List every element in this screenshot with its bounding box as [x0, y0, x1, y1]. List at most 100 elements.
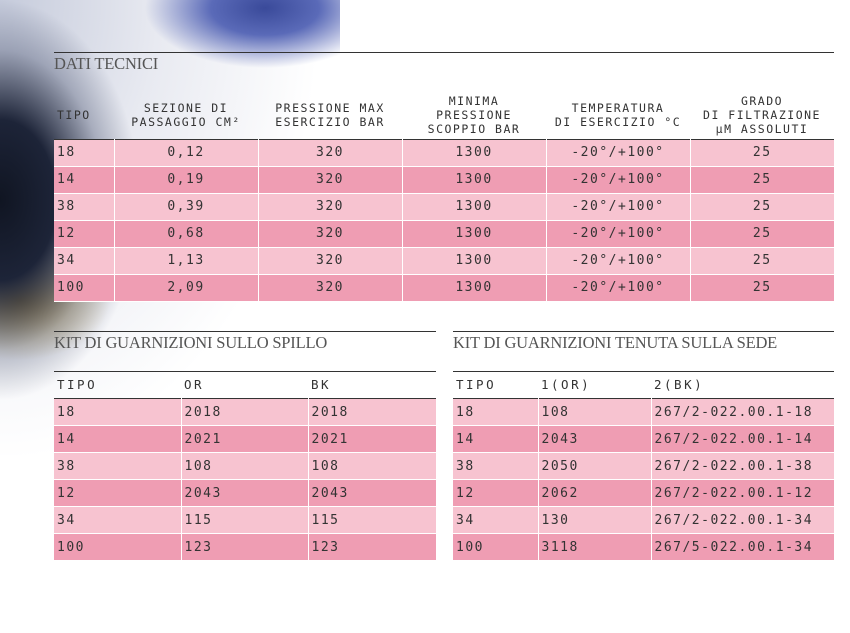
cell-tipo: 38: [54, 193, 115, 221]
cell-pressione: 320: [258, 247, 403, 275]
cell-scoppio: 1300: [402, 274, 547, 302]
cell-tipo: 12: [54, 220, 115, 248]
cell-tipo: 34: [54, 247, 115, 275]
kit-sede-title: KIT DI GUARNIZIONI TENUTA SULLA SEDE: [453, 331, 834, 352]
cell-sezione: 0,19: [114, 166, 259, 194]
header-minima-pressione: MINIMA PRESSIONE SCOPPIO BAR: [427, 93, 521, 136]
dati-header-row: TIPO SEZIONE DI PASSAGGIO CM² PRESSIONE M…: [54, 91, 834, 139]
table-row: 100 3118 267/5-022.00.1-34: [453, 533, 834, 561]
cell-tipo: 38: [453, 452, 539, 480]
cell-tipo: 38: [54, 452, 182, 480]
dati-tecnici-title: DATI TECNICI: [54, 52, 834, 73]
cell-bk: 267/5-022.00.1-34: [651, 533, 834, 561]
cell-bk: 2018: [308, 398, 436, 426]
table-row: 12 2043 2043: [54, 479, 436, 507]
header-or: OR: [184, 377, 205, 392]
table-row: 100 123 123: [54, 533, 436, 561]
header-tipo: TIPO: [456, 377, 497, 392]
cell-or: 2043: [181, 479, 309, 507]
cell-bk: 115: [308, 506, 436, 534]
kit-spillo-title: KIT DI GUARNIZIONI SULLO SPILLO: [54, 331, 436, 352]
cell-temperatura: -20°/+100°: [546, 220, 691, 248]
table-row: 14 2021 2021: [54, 425, 436, 453]
cell-bk: 2021: [308, 425, 436, 453]
dati-tecnici-section: DATI TECNICI TIPO SEZIONE DI PASSAGGIO CM…: [54, 52, 834, 302]
cell-filtrazione: 25: [690, 193, 834, 221]
cell-pressione: 320: [258, 139, 403, 167]
cell-scoppio: 1300: [402, 166, 547, 194]
cell-bk: 108: [308, 452, 436, 480]
table-row: 38 0,39 320 1300 -20°/+100° 25: [54, 193, 834, 221]
cell-tipo: 18: [54, 139, 115, 167]
kit-sede-header-row: TIPO 1(OR) 2(BK): [453, 371, 834, 399]
cell-pressione: 320: [258, 220, 403, 248]
cell-filtrazione: 25: [690, 139, 834, 167]
table-row: 12 2062 267/2-022.00.1-12: [453, 479, 834, 507]
cell-tipo: 12: [453, 479, 539, 507]
dati-tecnici-table: TIPO SEZIONE DI PASSAGGIO CM² PRESSIONE M…: [54, 91, 834, 302]
cell-temperatura: -20°/+100°: [546, 166, 691, 194]
header-temperatura: TEMPERATURA DI ESERCIZIO °C: [554, 100, 682, 129]
table-row: 34 130 267/2-022.00.1-34: [453, 506, 834, 534]
table-row: 18 0,12 320 1300 -20°/+100° 25: [54, 139, 834, 167]
table-row: 34 115 115: [54, 506, 436, 534]
cell-temperatura: -20°/+100°: [546, 274, 691, 302]
cell-scoppio: 1300: [402, 247, 547, 275]
cell-sezione: 1,13: [114, 247, 259, 275]
kit-sede-section: KIT DI GUARNIZIONI TENUTA SULLA SEDE TIP…: [453, 331, 834, 561]
cell-tipo: 14: [54, 425, 182, 453]
header-pressione-max: PRESSIONE MAX ESERCIZIO BAR: [275, 100, 385, 129]
cell-sezione: 0,68: [114, 220, 259, 248]
cell-tipo: 14: [54, 166, 115, 194]
cell-temperatura: -20°/+100°: [546, 139, 691, 167]
header-tipo: TIPO: [57, 377, 98, 392]
table-row: 100 2,09 320 1300 -20°/+100° 25: [54, 274, 834, 302]
cell-scoppio: 1300: [402, 220, 547, 248]
kit-spillo-section: KIT DI GUARNIZIONI SULLO SPILLO TIPO OR …: [54, 331, 436, 561]
header-sezione: SEZIONE DI PASSAGGIO CM²: [131, 100, 241, 129]
cell-pressione: 320: [258, 193, 403, 221]
cell-bk: 267/2-022.00.1-14: [651, 425, 834, 453]
cell-or: 115: [181, 506, 309, 534]
cell-or: 108: [181, 452, 309, 480]
cell-or: 2021: [181, 425, 309, 453]
header-bk: BK: [311, 377, 332, 392]
cell-filtrazione: 25: [690, 274, 834, 302]
table-row: 14 2043 267/2-022.00.1-14: [453, 425, 834, 453]
cell-scoppio: 1300: [402, 193, 547, 221]
cell-sezione: 0,12: [114, 139, 259, 167]
cell-or: 108: [538, 398, 652, 426]
cell-or: 3118: [538, 533, 652, 561]
cell-tipo: 34: [54, 506, 182, 534]
cell-pressione: 320: [258, 166, 403, 194]
table-row: 38 108 108: [54, 452, 436, 480]
cell-or: 2018: [181, 398, 309, 426]
table-row: 18 108 267/2-022.00.1-18: [453, 398, 834, 426]
cell-bk: 267/2-022.00.1-34: [651, 506, 834, 534]
cell-tipo: 100: [54, 533, 182, 561]
kit-sede-table: TIPO 1(OR) 2(BK) 18 108 267/2-022.00.1-18 …: [453, 371, 834, 561]
cell-tipo: 18: [54, 398, 182, 426]
cell-bk: 267/2-022.00.1-38: [651, 452, 834, 480]
cell-or: 2043: [538, 425, 652, 453]
table-row: 38 2050 267/2-022.00.1-38: [453, 452, 834, 480]
cell-tipo: 18: [453, 398, 539, 426]
kit-spillo-table: TIPO OR BK 18 2018 2018 14 2021 2021 38 108 10…: [54, 371, 436, 561]
header-tipo: TIPO: [57, 107, 91, 122]
cell-scoppio: 1300: [402, 139, 547, 167]
cell-bk: 267/2-022.00.1-12: [651, 479, 834, 507]
cell-temperatura: -20°/+100°: [546, 193, 691, 221]
table-row: 18 2018 2018: [54, 398, 436, 426]
cell-or: 2062: [538, 479, 652, 507]
cell-sezione: 2,09: [114, 274, 259, 302]
cell-sezione: 0,39: [114, 193, 259, 221]
cell-pressione: 320: [258, 274, 403, 302]
cell-or: 2050: [538, 452, 652, 480]
cell-bk: 267/2-022.00.1-18: [651, 398, 834, 426]
cell-filtrazione: 25: [690, 247, 834, 275]
cell-bk: 123: [308, 533, 436, 561]
table-row: 34 1,13 320 1300 -20°/+100° 25: [54, 247, 834, 275]
header-1-or: 1(OR): [541, 377, 592, 392]
table-row: 12 0,68 320 1300 -20°/+100° 25: [54, 220, 834, 248]
header-filtrazione: GRADO DI FILTRAZIONE µM ASSOLUTI: [703, 93, 821, 136]
